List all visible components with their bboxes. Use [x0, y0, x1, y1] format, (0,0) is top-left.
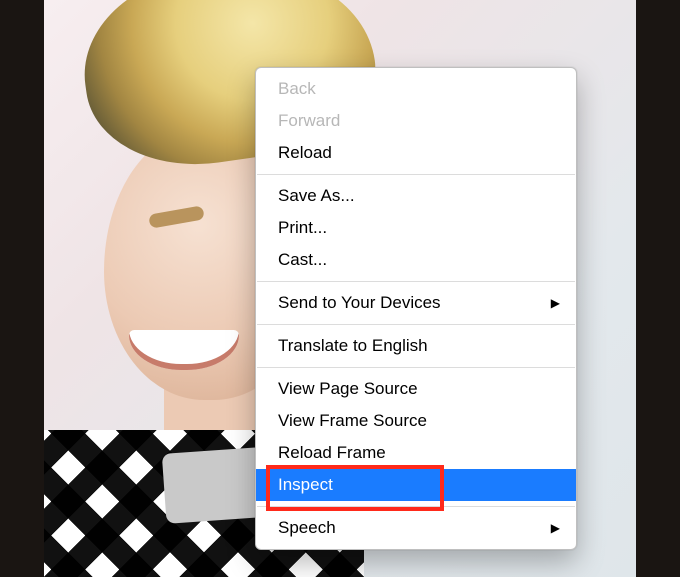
menu-separator	[257, 367, 575, 368]
menu-item-label: Speech	[278, 518, 336, 537]
menu-item-reload-frame[interactable]: Reload Frame	[256, 437, 576, 469]
menu-item-inspect[interactable]: Inspect	[256, 469, 576, 501]
menu-item-label: Cast...	[278, 250, 327, 269]
menu-item-label: Inspect	[278, 475, 333, 494]
menu-item-label: View Frame Source	[278, 411, 427, 430]
submenu-arrow-icon: ▶	[551, 516, 560, 540]
menu-item-label: Reload	[278, 143, 332, 162]
menu-item-label: Reload Frame	[278, 443, 386, 462]
menu-item-cast[interactable]: Cast...	[256, 244, 576, 276]
menu-item-back: Back	[256, 73, 576, 105]
menu-item-view-frame-source[interactable]: View Frame Source	[256, 405, 576, 437]
menu-item-print[interactable]: Print...	[256, 212, 576, 244]
menu-separator	[257, 324, 575, 325]
menu-item-speech[interactable]: Speech ▶	[256, 512, 576, 544]
menu-item-label: Save As...	[278, 186, 355, 205]
menu-item-translate[interactable]: Translate to English	[256, 330, 576, 362]
screenshot-stage: Back Forward Reload Save As... Print... Cast.…	[0, 0, 680, 577]
menu-item-label: Translate to English	[278, 336, 428, 355]
menu-separator	[257, 506, 575, 507]
menu-item-send-to-devices[interactable]: Send to Your Devices ▶	[256, 287, 576, 319]
menu-item-forward: Forward	[256, 105, 576, 137]
menu-item-label: Back	[278, 79, 316, 98]
menu-item-view-page-source[interactable]: View Page Source	[256, 373, 576, 405]
menu-item-reload[interactable]: Reload	[256, 137, 576, 169]
menu-item-label: Send to Your Devices	[278, 293, 441, 312]
menu-item-label: Print...	[278, 218, 327, 237]
menu-item-label: Forward	[278, 111, 340, 130]
menu-item-label: View Page Source	[278, 379, 418, 398]
menu-separator	[257, 174, 575, 175]
menu-separator	[257, 281, 575, 282]
submenu-arrow-icon: ▶	[551, 291, 560, 315]
menu-item-save-as[interactable]: Save As...	[256, 180, 576, 212]
browser-context-menu[interactable]: Back Forward Reload Save As... Print... Cast.…	[255, 67, 577, 550]
